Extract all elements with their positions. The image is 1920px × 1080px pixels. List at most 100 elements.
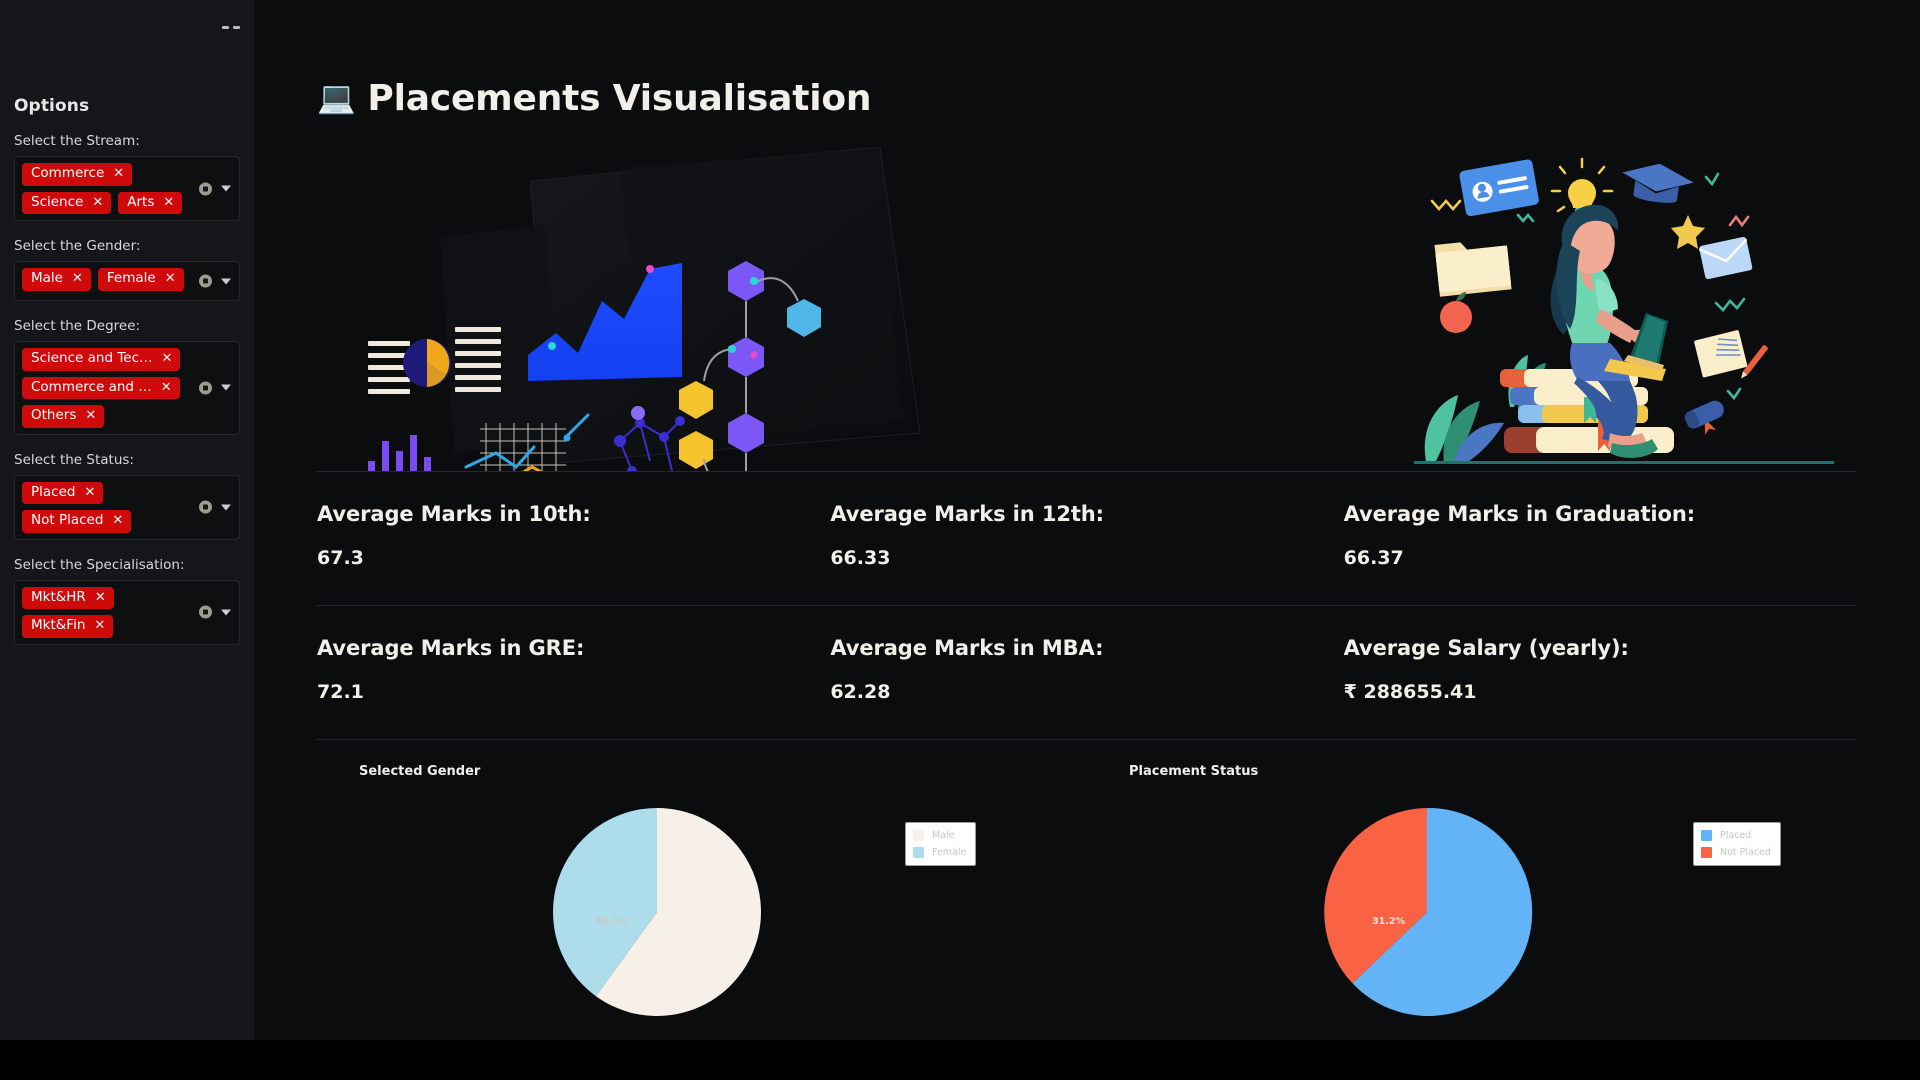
chip-stream-1[interactable]: Science ✕	[22, 191, 112, 214]
gender-legend: Male Female	[905, 822, 977, 866]
chip-remove-icon[interactable]: ✕	[165, 272, 176, 285]
laptop-icon: 💻	[317, 80, 356, 116]
metric-avg-10th: Average Marks in 10th: 67.3	[317, 472, 830, 605]
metric-label: Average Marks in Graduation:	[1343, 502, 1695, 526]
metric-value: ₹ 288655.41	[1343, 681, 1477, 703]
clear-all-icon[interactable]	[199, 274, 212, 288]
handle-dash-right	[233, 25, 240, 29]
chip-gender-1[interactable]: Female ✕	[97, 268, 184, 291]
sidebar-collapse-handle[interactable]	[222, 24, 248, 30]
stream-actions	[199, 182, 231, 195]
chip-remove-icon[interactable]: ✕	[113, 167, 124, 180]
clear-all-icon[interactable]	[199, 500, 212, 514]
metric-label: Average Marks in 10th:	[317, 502, 591, 526]
metric-value: 66.33	[830, 547, 891, 569]
chart-selected-gender: Selected Gender 35.3% Male Female	[317, 758, 1087, 1040]
page-title: 💻 Placements Visualisation	[317, 78, 1857, 119]
chip-remove-icon[interactable]: ✕	[92, 196, 103, 209]
chip-remove-icon[interactable]: ✕	[95, 591, 106, 604]
chip-label: Others	[31, 407, 77, 423]
metric-avg-12th: Average Marks in 12th: 66.33	[830, 472, 1343, 605]
chevron-down-icon[interactable]	[221, 609, 231, 615]
status-pie-chart[interactable]	[1319, 804, 1535, 1020]
chip-status-0[interactable]: Placed ✕	[22, 481, 104, 504]
field-status: Select the Status: Placed ✕ Not Placed ✕	[14, 452, 240, 540]
metrics-row-1: Average Marks in 10th: 67.3 Average Mark…	[317, 472, 1857, 605]
metric-value: 66.37	[1343, 547, 1404, 569]
chip-specialisation-1[interactable]: Mkt&Fin ✕	[22, 615, 114, 638]
chart-placement-status: Placement Status 31.2% Placed Not Placed	[1087, 758, 1857, 1040]
clear-all-icon[interactable]	[199, 381, 212, 395]
legend-row-not-placed[interactable]: Not Placed	[1701, 847, 1771, 858]
chevron-down-icon[interactable]	[221, 185, 231, 192]
legend-swatch-placed	[1701, 830, 1712, 841]
legend-label: Not Placed	[1720, 847, 1771, 858]
chip-remove-icon[interactable]: ✕	[72, 272, 83, 285]
hero-illustrations	[317, 141, 1857, 471]
specialisation-multiselect[interactable]: Mkt&HR ✕ Mkt&Fin ✕	[14, 579, 240, 645]
chip-specialisation-0[interactable]: Mkt&HR ✕	[22, 586, 114, 609]
legend-row-male[interactable]: Male	[913, 830, 966, 841]
status-multiselect[interactable]: Placed ✕ Not Placed ✕	[14, 474, 240, 540]
chip-remove-icon[interactable]: ✕	[84, 486, 95, 499]
chip-remove-icon[interactable]: ✕	[162, 352, 173, 365]
metric-value: 72.1	[317, 681, 364, 703]
divider-bottom	[317, 739, 1857, 740]
chip-remove-icon[interactable]: ✕	[163, 196, 174, 209]
chip-degree-2[interactable]: Others ✕	[22, 405, 105, 428]
chip-degree-0[interactable]: Science and Tec… ✕	[22, 348, 181, 371]
chip-label: Commerce	[31, 165, 105, 181]
chip-remove-icon[interactable]: ✕	[112, 514, 123, 527]
clear-all-icon[interactable]	[199, 605, 212, 619]
app-root: Options Select the Stream: Commerce ✕ Sc…	[0, 0, 1920, 1080]
handle-dash-left	[222, 25, 229, 29]
chip-remove-icon[interactable]: ✕	[94, 619, 105, 632]
chip-label: Commerce and …	[31, 378, 152, 395]
degree-multiselect[interactable]: Science and Tec… ✕ Commerce and … ✕ Othe…	[14, 341, 240, 435]
gender-multiselect[interactable]: Male ✕ Female ✕	[14, 261, 240, 301]
metric-label: Average Marks in GRE:	[317, 636, 585, 660]
gender-actions	[199, 274, 231, 288]
field-stream: Select the Stream: Commerce ✕ Science ✕ …	[14, 133, 240, 221]
legend-swatch-male	[913, 830, 924, 841]
analytics-dashboard-illustration	[368, 146, 921, 471]
metrics-row-2: Average Marks in GRE: 72.1 Average Marks…	[317, 606, 1857, 739]
chip-stream-0[interactable]: Commerce ✕	[22, 163, 133, 186]
legend-label: Placed	[1720, 830, 1752, 841]
stream-multiselect[interactable]: Commerce ✕ Science ✕ Arts ✕	[14, 156, 240, 221]
chevron-down-icon[interactable]	[221, 384, 231, 391]
options-title: Options	[14, 96, 90, 116]
chip-label: Male	[31, 270, 63, 286]
chart-title: Selected Gender	[359, 764, 481, 779]
status-label: Select the Status:	[14, 451, 134, 468]
page-title-text: Placements Visualisation	[367, 78, 872, 119]
field-specialisation: Select the Specialisation: Mkt&HR ✕ Mkt&…	[14, 557, 240, 645]
chip-label: Mkt&HR	[31, 588, 86, 605]
metric-value: 67.3	[317, 547, 364, 569]
chip-remove-icon[interactable]: ✕	[161, 381, 172, 394]
chip-degree-1[interactable]: Commerce and … ✕	[22, 376, 180, 399]
clear-all-icon[interactable]	[199, 182, 212, 195]
chip-stream-2[interactable]: Arts ✕	[118, 191, 183, 214]
gender-pie-chart[interactable]	[549, 804, 765, 1020]
legend-row-female[interactable]: Female	[913, 847, 966, 858]
status-slice-label-not-placed: 31.2%	[1372, 916, 1405, 927]
gender-slice-label-female: 35.3%	[595, 916, 628, 927]
status-actions	[199, 500, 231, 514]
metric-avg-salary: Average Salary (yearly): ₹ 288655.41	[1344, 606, 1857, 739]
chevron-down-icon[interactable]	[221, 504, 231, 510]
main-content: 💻 Placements Visualisation Average Marks…	[254, 0, 1920, 1040]
legend-label: Male	[932, 830, 955, 841]
options-sidebar: Options Select the Stream: Commerce ✕ Sc…	[0, 0, 254, 1040]
bottom-background-strip	[0, 1040, 1920, 1080]
chip-gender-0[interactable]: Male ✕	[22, 268, 91, 291]
chip-remove-icon[interactable]: ✕	[85, 409, 96, 422]
chip-status-1[interactable]: Not Placed ✕	[22, 510, 132, 533]
field-gender: Select the Gender: Male ✕ Female ✕	[14, 238, 240, 301]
chevron-down-icon[interactable]	[221, 278, 231, 284]
metric-avg-graduation: Average Marks in Graduation: 66.37	[1344, 472, 1857, 605]
degree-actions	[199, 381, 231, 395]
legend-row-placed[interactable]: Placed	[1701, 830, 1771, 841]
field-degree: Select the Degree: Science and Tec… ✕ Co…	[14, 318, 240, 435]
stream-label: Select the Stream:	[14, 133, 140, 149]
